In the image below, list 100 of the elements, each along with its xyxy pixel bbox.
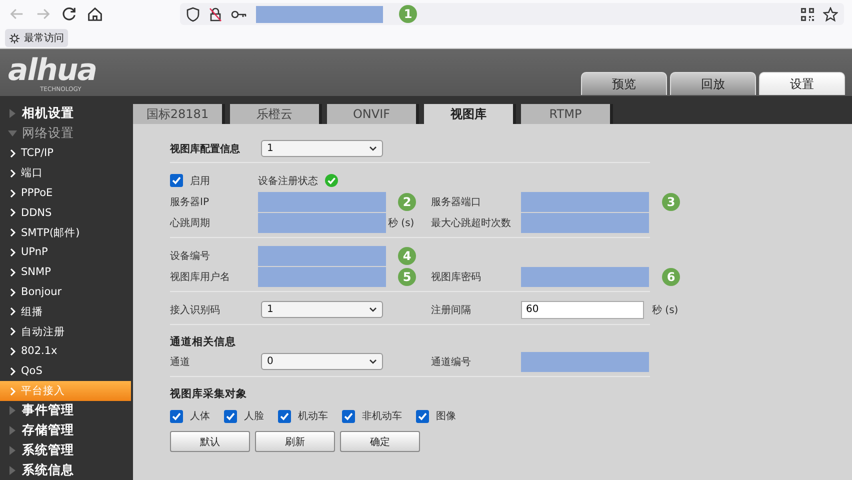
- number-badge: 1: [399, 5, 417, 23]
- field-label: 服务器端口: [431, 196, 482, 208]
- caret-icon: [369, 146, 377, 151]
- qr-code-icon[interactable]: [801, 8, 814, 20]
- checkbox[interactable]: [416, 410, 429, 422]
- field-label: 心跳周期: [170, 216, 211, 230]
- chevron-icon: [10, 346, 16, 356]
- collapsed-triangle-icon: [8, 466, 17, 475]
- sidebar-subitem[interactable]: Bonjour: [0, 282, 131, 302]
- field-label: 设备编号: [170, 250, 211, 262]
- top-tab[interactable]: 设置: [759, 72, 845, 95]
- checkbox-label: 图像: [436, 410, 456, 423]
- checkbox-label: 人脸: [244, 410, 264, 423]
- caret-icon: [369, 307, 377, 312]
- field-label: 注册间隔: [431, 304, 472, 316]
- action-button[interactable]: 刷新: [255, 431, 335, 452]
- reload-icon[interactable]: [60, 5, 78, 23]
- sidebar-subitem[interactable]: SNMP: [0, 262, 131, 282]
- checkbox-label: 机动车: [298, 410, 328, 423]
- bookmark-item[interactable]: 最常访问: [5, 29, 68, 47]
- sidebar-item[interactable]: 事件管理: [0, 400, 131, 421]
- select-field[interactable]: 0: [261, 353, 383, 370]
- collapsed-triangle-icon: [8, 406, 17, 416]
- sidebar-subitem[interactable]: DDNS: [0, 202, 131, 223]
- number-badge: 5: [398, 268, 416, 286]
- tab[interactable]: 视图库: [424, 104, 516, 124]
- caret-icon: [369, 359, 377, 364]
- field-label: 通道编号: [431, 356, 472, 368]
- top-tab[interactable]: 回放: [670, 72, 756, 95]
- unit-label: 秒 (s): [387, 216, 416, 230]
- chevron-icon: [10, 327, 16, 336]
- checkbox-label: 人体: [190, 410, 210, 423]
- sidebar-subitem[interactable]: 自动注册: [0, 322, 131, 342]
- chevron-icon: [10, 208, 16, 218]
- sidebar-subitem[interactable]: SMTP(邮件): [0, 222, 131, 243]
- action-button[interactable]: 默认: [170, 431, 250, 452]
- chevron-icon: [10, 366, 16, 376]
- sidebar-subitem[interactable]: PPPoE: [0, 183, 131, 203]
- star-icon[interactable]: [823, 6, 838, 22]
- field-label: 接入识别码: [170, 304, 221, 316]
- checkbox[interactable]: [170, 174, 183, 187]
- home-icon[interactable]: [86, 5, 104, 23]
- status-label: 设备注册状态: [258, 174, 318, 188]
- sidebar-subitem[interactable]: 端口: [0, 163, 131, 184]
- sidebar-item[interactable]: 网络设置: [0, 124, 131, 144]
- sidebar-item[interactable]: 存储管理: [0, 420, 131, 441]
- key-icon: [231, 10, 247, 18]
- collapsed-triangle-icon: [8, 426, 17, 436]
- checkbox-label: 启用: [190, 174, 210, 188]
- tab[interactable]: RTMP: [521, 104, 613, 124]
- lock-icon: [209, 6, 222, 22]
- input-field[interactable]: 60: [521, 300, 644, 318]
- checkbox[interactable]: [342, 410, 355, 422]
- number-badge: 2: [398, 192, 416, 210]
- tab[interactable]: 乐橙云: [230, 104, 322, 124]
- shield-icon: [186, 6, 200, 22]
- section-heading: 通道相关信息: [170, 334, 237, 350]
- field-label: 通道: [170, 356, 191, 368]
- chevron-icon: [10, 288, 16, 297]
- sidebar-subitem[interactable]: QoS: [0, 361, 131, 382]
- chevron-icon: [10, 188, 16, 198]
- action-button[interactable]: 确定: [340, 431, 420, 452]
- checkbox[interactable]: [278, 410, 291, 422]
- checkbox[interactable]: [224, 410, 237, 422]
- gear-icon: [9, 32, 20, 44]
- sidebar-subitem[interactable]: UPnP: [0, 242, 131, 262]
- number-badge: 4: [398, 246, 416, 264]
- chevron-icon: [10, 248, 16, 257]
- section-heading: 视图库采集对象: [170, 386, 248, 402]
- chevron-icon: [10, 168, 16, 178]
- checkbox[interactable]: [170, 410, 183, 422]
- checkbox-label: 非机动车: [362, 410, 402, 423]
- sidebar-subitem[interactable]: TCP/IP: [0, 144, 131, 164]
- number-badge: 3: [662, 192, 680, 210]
- sidebar-item[interactable]: 系统管理: [0, 440, 131, 460]
- number-badge: 6: [662, 268, 680, 286]
- logo: alhua: [8, 56, 96, 86]
- unit-label: 秒 (s): [651, 304, 678, 316]
- collapsed-triangle-icon: [8, 446, 17, 455]
- select-field[interactable]: 1: [261, 301, 383, 318]
- sidebar-item[interactable]: 系统信息: [0, 460, 131, 480]
- top-tab[interactable]: 预览: [581, 72, 667, 95]
- expanded-triangle-icon: [8, 129, 17, 138]
- sidebar-subitem[interactable]: 组播: [0, 302, 131, 322]
- field-label: 视图库配置信息: [170, 142, 241, 156]
- chevron-icon: [10, 228, 16, 238]
- field-label: 视图库密码: [431, 270, 482, 284]
- chevron-icon: [10, 307, 16, 316]
- collapsed-triangle-icon: [8, 109, 17, 118]
- chevron-icon: [10, 386, 16, 396]
- field-label: 视图库用户名: [170, 270, 231, 284]
- sidebar-subitem[interactable]: 802.1x: [0, 342, 131, 362]
- tab[interactable]: 国标28181: [133, 104, 225, 124]
- field-label: 服务器IP: [170, 196, 210, 208]
- select-field[interactable]: 1: [261, 140, 383, 157]
- field-label: 最大心跳超时次数: [431, 216, 512, 230]
- chevron-icon: [10, 148, 16, 158]
- sidebar-item[interactable]: 相机设置: [0, 104, 131, 124]
- chevron-icon: [10, 268, 16, 277]
- tab[interactable]: ONVIF: [327, 104, 419, 124]
